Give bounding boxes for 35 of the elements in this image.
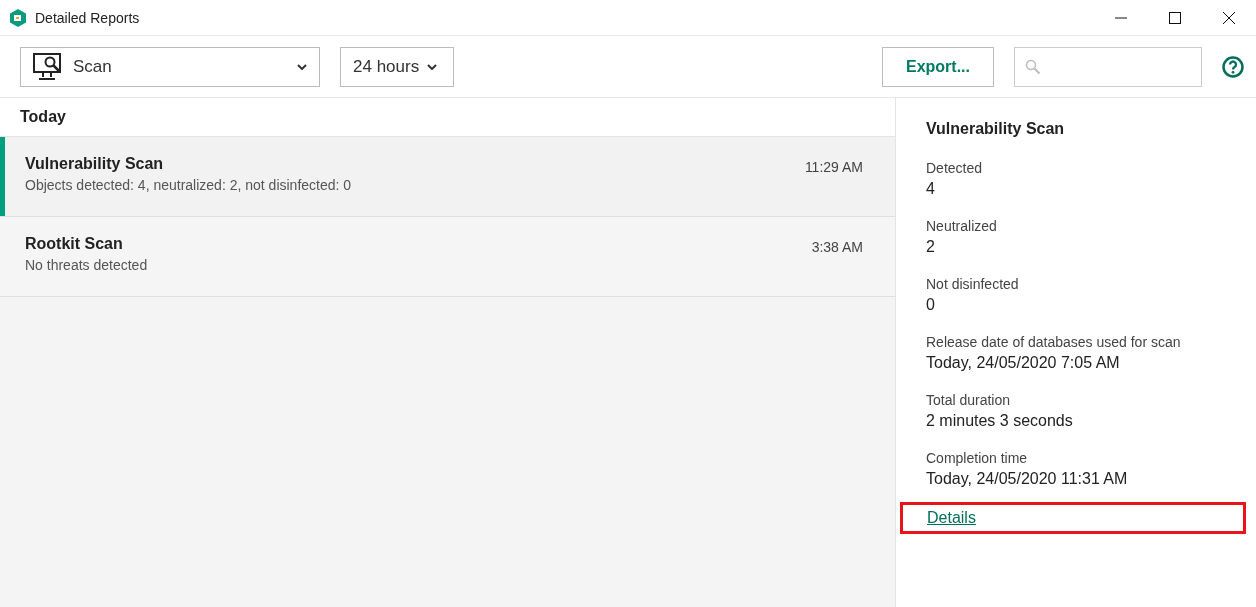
field-label: Total duration bbox=[926, 392, 1012, 408]
period-dropdown[interactable]: 24 hours bbox=[340, 46, 454, 87]
field-label: Not disinfected bbox=[926, 276, 1020, 292]
field-label: Neutralized bbox=[926, 218, 998, 234]
report-time: 11:29 AM bbox=[804, 159, 863, 175]
app-logo-icon bbox=[9, 8, 27, 27]
caret-icon bbox=[297, 63, 307, 70]
field-value: 0 bbox=[926, 296, 936, 314]
field-value: Today, 24/05/2020 11:31 AM bbox=[926, 470, 1129, 488]
field-label: Release date of databases used for scan bbox=[926, 334, 1182, 350]
report-item[interactable]: Vulnerability Scan Objects detected: 4, neutralized: 2, not disinfected: 0 11:29 AM bbox=[0, 137, 895, 217]
maximize-icon bbox=[1169, 11, 1181, 24]
field-label: Completion time bbox=[926, 450, 1029, 466]
report-title: Vulnerability Scan bbox=[25, 155, 165, 173]
group-heading: Today bbox=[0, 98, 895, 137]
details-title: Vulnerability Scan bbox=[926, 120, 1066, 138]
field-value: 2 minutes 3 seconds bbox=[926, 412, 1074, 430]
details-link[interactable]: Details bbox=[927, 509, 976, 527]
report-summary: Objects detected: 4, neutralized: 2, not disinfected: 0 bbox=[25, 177, 353, 193]
caret-icon bbox=[427, 63, 438, 70]
export-button[interactable]: Export... bbox=[882, 46, 994, 87]
help-icon[interactable] bbox=[1222, 55, 1244, 78]
window-title: Detailed Reports bbox=[35, 9, 141, 26]
field-value: 2 bbox=[926, 238, 936, 256]
field-value: 4 bbox=[926, 180, 936, 198]
field-label: Detected bbox=[926, 160, 984, 176]
monitor-search-icon bbox=[33, 51, 63, 82]
search-field[interactable] bbox=[1014, 46, 1202, 87]
search-icon bbox=[1025, 58, 1041, 75]
report-summary: No threats detected bbox=[25, 257, 149, 273]
close-icon bbox=[1223, 11, 1235, 24]
component-dropdown[interactable]: Scan bbox=[20, 46, 320, 87]
report-title: Rootkit Scan bbox=[25, 235, 124, 253]
field-value: Today, 24/05/2020 7:05 AM bbox=[926, 354, 1121, 372]
report-time: 3:38 AM bbox=[811, 239, 863, 255]
